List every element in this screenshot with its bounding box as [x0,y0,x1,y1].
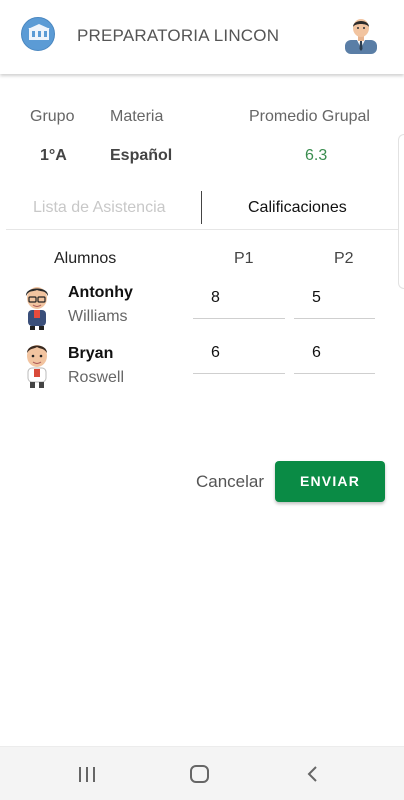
student-last-name: Roswell [68,369,125,386]
cancel-button[interactable]: Cancelar [196,472,264,492]
tab-grades[interactable]: Calificaciones [248,199,347,217]
app-bar: PREPARATORIA LINCON [0,0,404,74]
student-avatar-icon [27,345,47,388]
group-average-label: Promedio Grupal [249,108,370,125]
p2-grade-input[interactable]: 5 [294,283,375,319]
tabs-underline [6,229,398,230]
home-icon[interactable] [190,765,209,783]
students-column-header: Alumnos [54,250,117,267]
side-panel-edge[interactable] [398,134,404,289]
app-title: PREPARATORIA LINCON [77,26,280,45]
tab-divider [201,191,202,224]
send-button[interactable]: ENVIAR [275,461,385,502]
student-avatar-icon [25,287,49,330]
tab-attendance-list[interactable]: Lista de Asistencia [33,199,166,217]
group-label: Grupo [30,108,75,125]
student-first-name: Antonhy [68,284,133,301]
group-average-value: 6.3 [305,147,328,164]
back-icon[interactable] [306,766,318,782]
school-building-icon [21,17,55,51]
subject-value: Español [110,147,173,164]
student-first-name: Bryan [68,345,114,362]
student-last-name: Williams [68,308,128,325]
p2-column-header: P2 [334,250,354,267]
p1-column-header: P1 [234,250,254,267]
group-value: 1°A [40,147,67,164]
p2-grade-input[interactable]: 6 [294,338,375,374]
recent-apps-icon[interactable] [79,767,97,782]
system-navigation-bar [0,746,404,800]
subject-label: Materia [110,108,164,125]
user-avatar-icon[interactable] [344,16,378,54]
p1-grade-input[interactable]: 6 [193,338,285,374]
p1-grade-input[interactable]: 8 [193,283,285,319]
